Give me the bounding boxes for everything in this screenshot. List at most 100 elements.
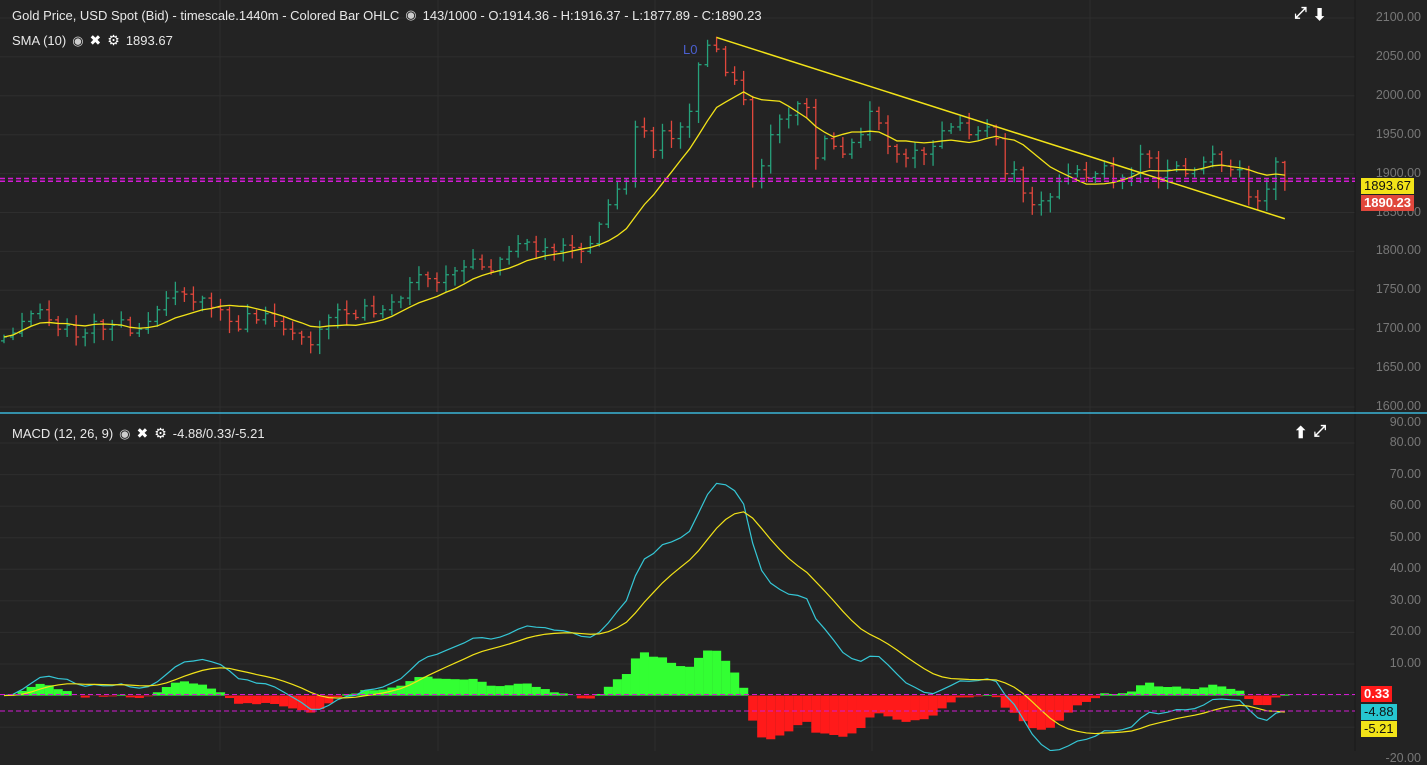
- ohlc-bar: [678, 122, 684, 148]
- ohlc-bar: [353, 310, 359, 320]
- macd-histogram-bar: [730, 673, 739, 696]
- ohlc-bar: [272, 304, 278, 327]
- sma-close-icon[interactable]: ✖: [90, 32, 102, 49]
- macd-histogram-bar: [1271, 696, 1280, 698]
- ohlc-bar: [1101, 160, 1107, 179]
- macd-histogram-bar: [829, 696, 838, 735]
- eye-icon[interactable]: ◉: [405, 7, 416, 23]
- ohlc-bar: [506, 246, 512, 265]
- macd-value: -4.88/0.33/-5.21: [173, 426, 265, 441]
- macd-histogram-bar: [99, 696, 108, 697]
- macd-histogram-bar: [974, 696, 983, 697]
- macd-histogram-bar: [883, 696, 892, 717]
- expand-icon[interactable]: ⤢: [1313, 423, 1326, 443]
- macd-histogram-bar: [938, 696, 947, 709]
- macd-histogram-bar: [252, 696, 261, 705]
- macd-histogram-bar: [902, 696, 911, 722]
- macd-histogram-bar: [1073, 696, 1082, 706]
- ohlc-bar: [136, 323, 142, 337]
- ohlc-bar: [578, 243, 584, 263]
- ohlc-bar: [732, 66, 738, 85]
- macd-histogram-bar: [523, 683, 532, 695]
- ohlc-bar: [91, 314, 97, 344]
- ohlc-bar: [497, 257, 503, 276]
- ohlc-bar: [299, 331, 305, 345]
- ohlc-bar: [560, 238, 566, 261]
- macd-histogram-bar: [784, 696, 793, 732]
- macd-axis-tick: 70.00: [1390, 467, 1421, 481]
- expand-icon[interactable]: ⤢: [1294, 5, 1307, 25]
- macd-histogram-bar: [180, 681, 189, 695]
- ohlc-bar: [64, 318, 70, 337]
- macd-histogram-bar: [775, 696, 784, 736]
- macd-histogram-bar: [892, 696, 901, 720]
- macd-histogram-bar: [613, 679, 622, 695]
- ohlc-bar: [1020, 167, 1026, 203]
- ohlc-bar: [705, 40, 711, 67]
- ohlc-bar: [804, 98, 810, 118]
- macd-histogram-bar: [135, 696, 144, 698]
- ohlc-bar: [840, 137, 846, 158]
- move-down-icon[interactable]: ⬇: [1313, 5, 1326, 25]
- macd-close-icon[interactable]: ✖: [137, 425, 149, 442]
- ohlc-bar: [1210, 146, 1216, 168]
- ohlc-bar: [290, 321, 296, 340]
- ohlc-bar: [371, 296, 377, 318]
- macd-histogram-bar: [1028, 696, 1037, 729]
- signal-tag: -5.21: [1361, 721, 1397, 737]
- sma-gear-icon[interactable]: ⚙: [107, 32, 120, 49]
- macd-axis-tick: 60.00: [1390, 498, 1421, 512]
- ohlc-bar: [1038, 191, 1044, 215]
- ohlc-bar: [1002, 133, 1008, 181]
- ohlc-bar: [1219, 151, 1225, 172]
- macd-histogram-bar: [279, 696, 288, 707]
- sma-eye-icon[interactable]: ◉: [72, 33, 83, 49]
- main-pane-controls: ⤢ ⬇: [1294, 5, 1326, 25]
- ohlc-bar: [822, 135, 828, 160]
- macd-histogram-bar: [261, 696, 270, 703]
- ohlc-bar: [930, 140, 936, 166]
- chart-title: Gold Price, USD Spot (Bid) - timescale.1…: [12, 8, 399, 23]
- macd-histogram-bar: [234, 696, 243, 704]
- macd-histogram-bar: [956, 696, 965, 698]
- chart-canvas[interactable]: [0, 0, 1427, 751]
- macd-histogram-bar: [622, 674, 631, 696]
- macd-histogram-bar: [441, 679, 450, 696]
- trendline: [717, 37, 1285, 218]
- macd-histogram-bar: [1046, 696, 1055, 728]
- macd-histogram-bar: [270, 696, 279, 704]
- ohlc-bar: [632, 121, 638, 188]
- macd-gear-icon[interactable]: ⚙: [154, 425, 167, 442]
- ohlc-bar: [1237, 160, 1243, 177]
- macd-axis-tick: 30.00: [1390, 593, 1421, 607]
- ohlc-bar: [948, 123, 954, 134]
- ohlc-bar: [1282, 161, 1288, 191]
- move-up-icon[interactable]: ⬆: [1294, 423, 1307, 443]
- macd-histogram-bar: [153, 692, 162, 695]
- ohlc-bar: [1047, 193, 1053, 212]
- macd-histogram-bar: [423, 677, 432, 696]
- macd-histogram-bar: [766, 696, 775, 740]
- macd-histogram-bar: [712, 651, 721, 696]
- macd-histogram-bar: [1253, 696, 1262, 705]
- macd-histogram-bar: [820, 696, 829, 734]
- ohlc-bar: [37, 304, 43, 320]
- macd-histogram-bar: [216, 692, 225, 695]
- histogram-tag: 0.33: [1361, 686, 1392, 702]
- macd-pane-controls: ⬆ ⤢: [1294, 423, 1326, 443]
- macd-histogram-bar: [451, 679, 460, 695]
- macd-histogram-bar: [189, 683, 198, 695]
- ohlc-bar: [362, 299, 368, 321]
- ohlc-bar: [452, 267, 458, 286]
- macd-histogram-bar: [432, 679, 441, 696]
- ohlc-bar: [1255, 190, 1261, 210]
- macd-histogram-bar: [667, 663, 676, 696]
- sma-value: 1893.67: [126, 33, 173, 48]
- macd-histogram-bar: [198, 685, 207, 696]
- ohlc-bar: [317, 321, 323, 354]
- ohlc-bar: [425, 272, 431, 288]
- ohlc-bar: [398, 296, 404, 308]
- ohlc-bar: [407, 277, 413, 305]
- macd-eye-icon[interactable]: ◉: [119, 426, 130, 442]
- macd-histogram-bar: [1001, 696, 1010, 708]
